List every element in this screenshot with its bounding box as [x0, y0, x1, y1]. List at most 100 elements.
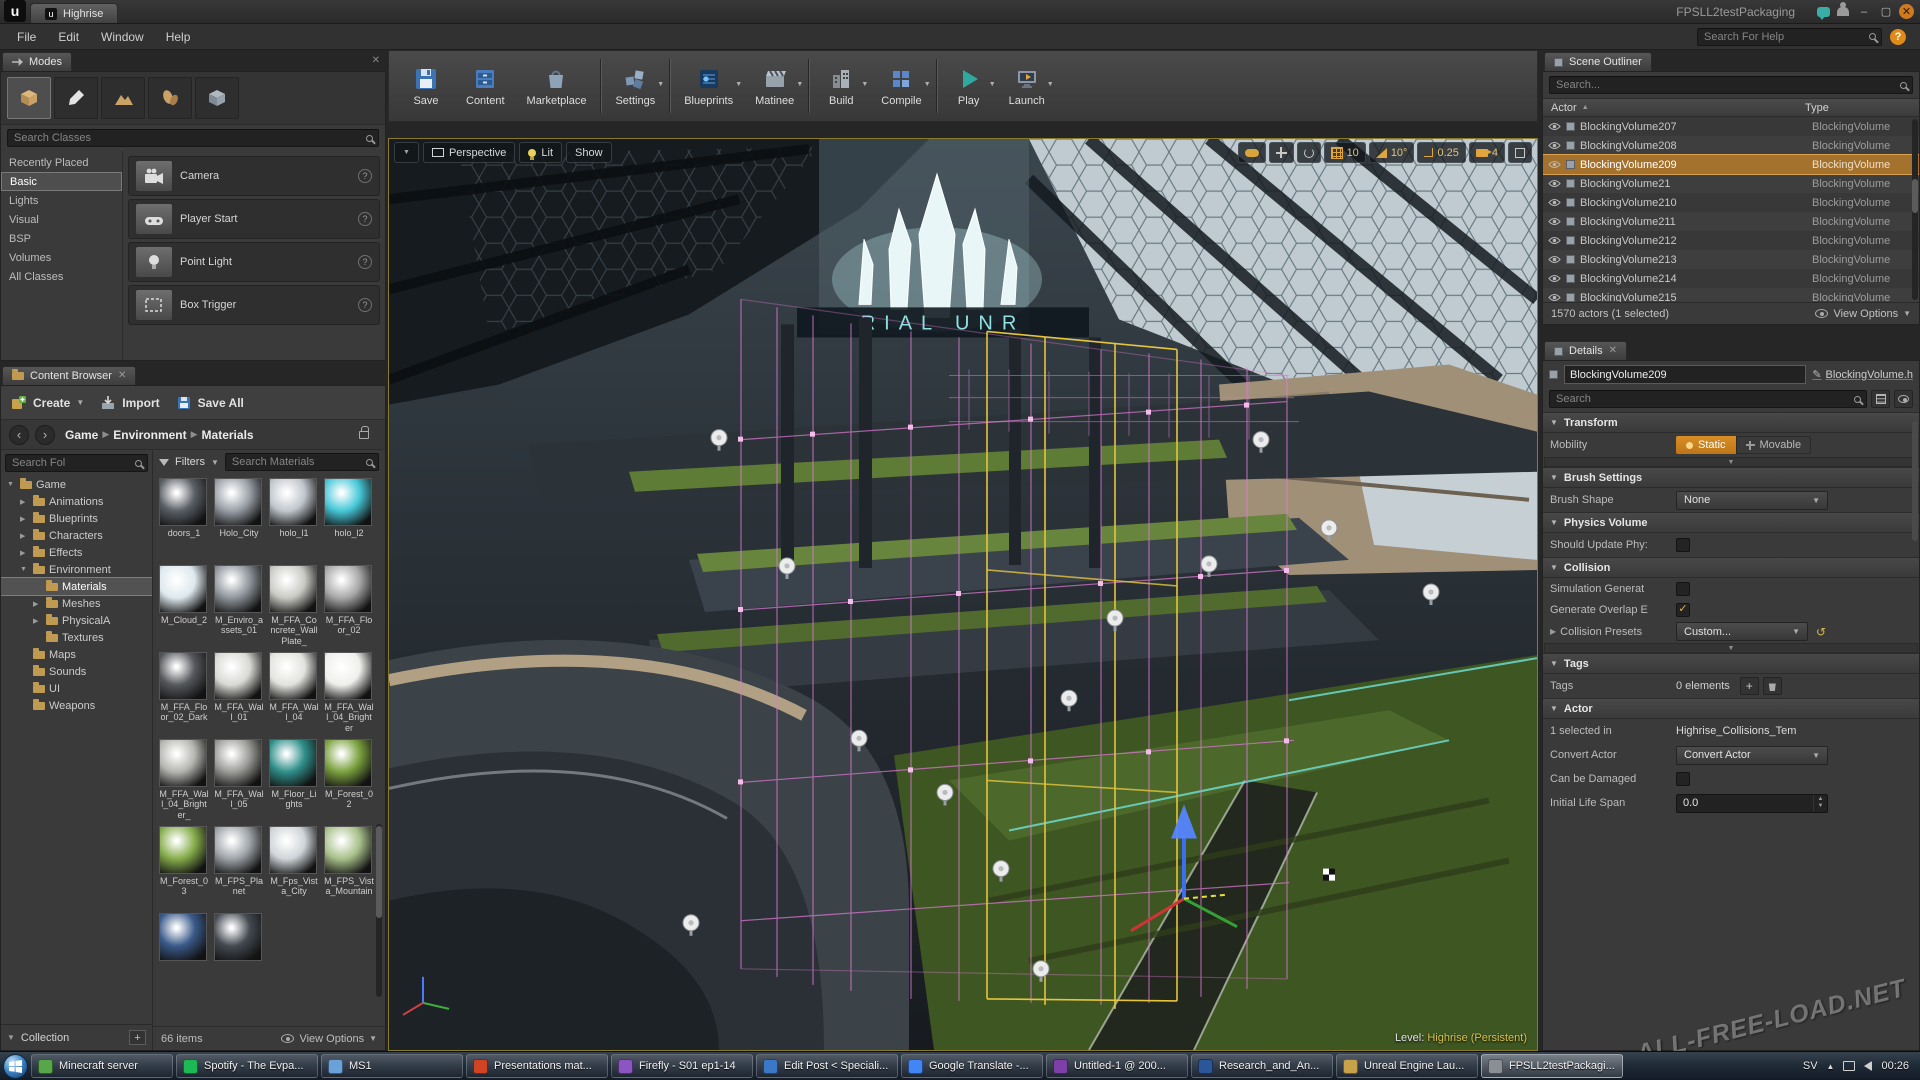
- folder-tree-item[interactable]: ▶ PhysicalA: [1, 612, 152, 629]
- eye-icon[interactable]: [1548, 160, 1561, 169]
- property-matrix-button[interactable]: [1871, 390, 1890, 408]
- back-button[interactable]: ‹: [9, 424, 29, 445]
- taskbar-item[interactable]: Minecraft server: [31, 1054, 173, 1078]
- asset-tile[interactable]: [214, 913, 264, 995]
- taskbar-item[interactable]: Google Translate -...: [901, 1054, 1043, 1078]
- level-tab[interactable]: u Highrise: [30, 3, 119, 23]
- settings-button[interactable]: Settings ▼: [604, 51, 666, 121]
- play-button[interactable]: Play ▼: [940, 51, 998, 121]
- expander-icon[interactable]: ▼: [7, 481, 16, 488]
- menu-item[interactable]: File: [6, 26, 47, 48]
- tab-content-browser[interactable]: Content Browser ✕: [2, 366, 137, 385]
- expander-icon[interactable]: ▶: [20, 515, 29, 523]
- taskbar-item[interactable]: Untitled-1 @ 200...: [1046, 1054, 1188, 1078]
- menu-item[interactable]: Window: [90, 26, 155, 48]
- outliner-row[interactable]: BlockingVolume215 BlockingVolume: [1543, 288, 1919, 302]
- matinee-button[interactable]: Matinee ▼: [744, 51, 805, 121]
- eye-icon[interactable]: [1548, 198, 1561, 207]
- taskbar-item[interactable]: FPSLL2testPackagi...: [1481, 1054, 1623, 1078]
- section-actor[interactable]: ▼ Actor: [1543, 698, 1919, 719]
- asset-tile[interactable]: Holo_City: [214, 478, 264, 560]
- gamepad-toggle-button[interactable]: [1237, 142, 1266, 163]
- modes-category[interactable]: All Classes: [1, 267, 122, 286]
- column-actor[interactable]: Actor: [1551, 102, 1577, 114]
- eye-icon[interactable]: [1548, 255, 1561, 264]
- tab-modes[interactable]: Modes: [2, 52, 73, 71]
- delete-tags-button[interactable]: [1762, 677, 1782, 695]
- can-be-damaged-checkbox[interactable]: [1676, 772, 1690, 786]
- expander-icon[interactable]: ▶: [1550, 627, 1556, 636]
- mobility-static-button[interactable]: Static: [1676, 436, 1736, 454]
- placeable-camera[interactable]: Camera ?: [128, 156, 380, 196]
- asset-tile[interactable]: doors_1: [159, 478, 209, 560]
- minimize-button[interactable]: –: [1853, 3, 1875, 20]
- column-type[interactable]: Type: [1805, 102, 1911, 114]
- close-tab-icon[interactable]: ✕: [1609, 346, 1617, 356]
- folder-tree-item[interactable]: UI: [1, 680, 152, 697]
- section-physics-volume[interactable]: ▼ Physics Volume: [1543, 512, 1919, 533]
- modes-category[interactable]: BSP: [1, 229, 122, 248]
- outliner-row[interactable]: BlockingVolume210 BlockingVolume: [1543, 193, 1919, 212]
- outliner-row[interactable]: BlockingVolume213 BlockingVolume: [1543, 250, 1919, 269]
- grid-snap-button[interactable]: 10: [1323, 142, 1366, 163]
- modes-category[interactable]: Recently Placed: [1, 153, 122, 172]
- tab-scene-outliner[interactable]: Scene Outliner: [1544, 52, 1652, 71]
- transform-expander[interactable]: ▼: [1544, 457, 1918, 467]
- modes-category[interactable]: Lights: [1, 191, 122, 210]
- placeable-player-start[interactable]: Player Start ?: [128, 199, 380, 239]
- asset-tile[interactable]: M_FFA_Wall_04_Brighter: [324, 652, 374, 734]
- reset-to-default-icon[interactable]: ↺: [1816, 625, 1826, 639]
- foliage-mode-button[interactable]: [148, 77, 192, 119]
- asset-tile[interactable]: M_FFA_Wall_04: [269, 652, 319, 734]
- asset-tile[interactable]: holo_l2: [324, 478, 374, 560]
- save-button[interactable]: Save: [397, 51, 455, 121]
- eye-icon[interactable]: [1548, 236, 1561, 245]
- convert-actor-dropdown[interactable]: Convert Actor ▼: [1676, 745, 1828, 765]
- eye-icon[interactable]: [1548, 179, 1561, 188]
- taskbar-item[interactable]: Research_and_An...: [1191, 1054, 1333, 1078]
- placeable-box-trigger[interactable]: Box Trigger ?: [128, 285, 380, 325]
- generate-overlap-checkbox[interactable]: ✓: [1676, 602, 1690, 617]
- tray-expand-icon[interactable]: ▲: [1827, 1062, 1835, 1071]
- collision-expander[interactable]: ▼: [1544, 643, 1918, 653]
- eye-icon[interactable]: [1548, 141, 1561, 150]
- view-mode-button[interactable]: Lit: [519, 142, 563, 163]
- section-transform[interactable]: ▼ Transform: [1543, 412, 1919, 433]
- show-button[interactable]: Show: [566, 142, 612, 163]
- import-button[interactable]: Import: [100, 395, 160, 411]
- expander-icon[interactable]: ▶: [33, 617, 42, 625]
- details-scrollbar[interactable]: [1912, 421, 1918, 541]
- actor-class-link[interactable]: ✎ BlockingVolume.h: [1812, 368, 1913, 382]
- maximize-button[interactable]: ▢: [1875, 3, 1897, 20]
- should-update-checkbox[interactable]: [1676, 538, 1690, 552]
- taskbar-item[interactable]: Presentations mat...: [466, 1054, 608, 1078]
- taskbar-item[interactable]: Unreal Engine Lau...: [1336, 1054, 1478, 1078]
- folder-tree-item[interactable]: ▶ Blueprints: [1, 510, 152, 527]
- filters-button[interactable]: Filters: [175, 456, 205, 468]
- placeable-point-light[interactable]: Point Light ?: [128, 242, 380, 282]
- outliner-row[interactable]: BlockingVolume207 BlockingVolume: [1543, 117, 1919, 136]
- marketplace-button[interactable]: Marketplace: [516, 51, 598, 121]
- eye-icon[interactable]: [1548, 293, 1561, 302]
- simulation-generates-checkbox[interactable]: [1676, 581, 1690, 596]
- folder-tree-item[interactable]: ▶ Meshes: [1, 595, 152, 612]
- paint-mode-button[interactable]: [54, 77, 98, 119]
- taskbar-item[interactable]: Edit Post < Speciali...: [756, 1054, 898, 1078]
- brush-shape-dropdown[interactable]: None ▼: [1676, 490, 1828, 510]
- close-tab-icon[interactable]: ✕: [118, 371, 126, 381]
- folder-tree-item[interactable]: Materials: [1, 577, 152, 596]
- community-icon[interactable]: [1833, 2, 1853, 20]
- viewport-3d[interactable]: RIAL UNR ▼ Perspective Lit Show 10 10° 0…: [388, 138, 1538, 1051]
- launch-button[interactable]: Launch ▼: [998, 51, 1056, 121]
- modes-category[interactable]: Volumes: [1, 248, 122, 267]
- maximize-viewport-button[interactable]: [1508, 142, 1532, 163]
- asset-tile[interactable]: M_Forest_03: [159, 826, 209, 908]
- asset-tile[interactable]: M_FFA_Wall_01: [214, 652, 264, 734]
- modes-category[interactable]: Visual: [1, 210, 122, 229]
- outliner-row[interactable]: BlockingVolume211 BlockingVolume: [1543, 212, 1919, 231]
- view-options-button[interactable]: View Options ▼: [281, 1033, 377, 1045]
- perspective-button[interactable]: Perspective: [422, 142, 516, 163]
- assets-scrollbar[interactable]: [376, 824, 382, 997]
- save-all-button[interactable]: Save All: [176, 395, 244, 411]
- breadcrumb-item[interactable]: Environment ▶: [113, 428, 197, 442]
